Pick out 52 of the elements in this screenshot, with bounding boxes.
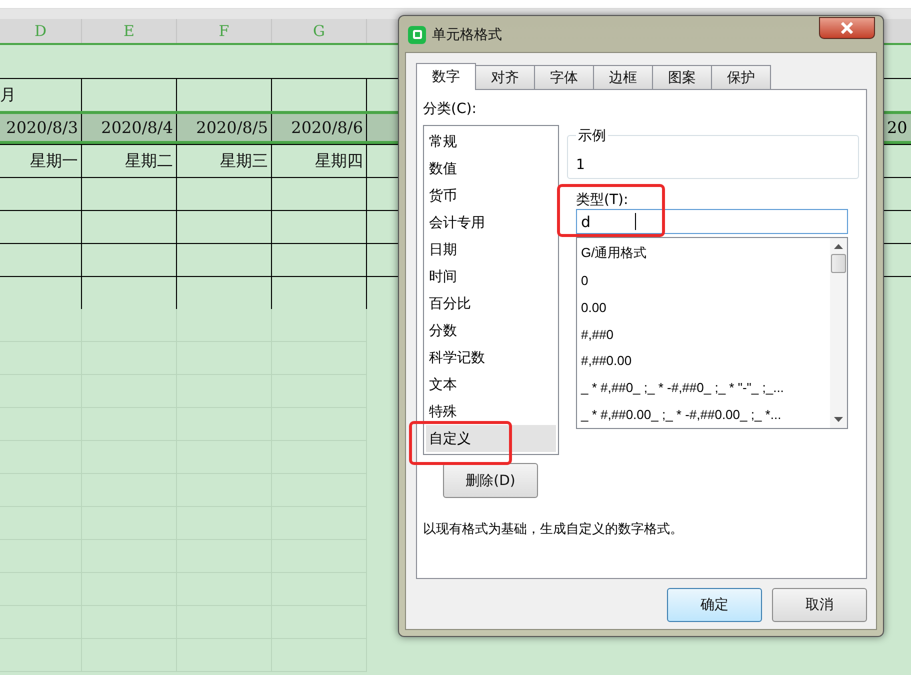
type-input-field[interactable]: d	[576, 209, 848, 234]
list-item[interactable]: #,##0	[581, 320, 830, 348]
table-cell: 星期二	[82, 145, 177, 177]
app-logo-icon	[408, 26, 426, 44]
sample-value: 1	[576, 157, 585, 173]
list-item[interactable]: #,##0.00	[581, 347, 830, 374]
scroll-down-icon	[834, 417, 843, 422]
list-item[interactable]: 文本	[426, 371, 556, 398]
description-text: 以现有格式为基础，生成自定义的数字格式。	[423, 521, 684, 538]
list-item[interactable]: 数值	[426, 155, 556, 182]
tab[interactable]: 保护	[711, 65, 771, 89]
list-item[interactable]: 时间	[426, 263, 556, 290]
close-icon	[840, 22, 854, 34]
list-item[interactable]: _ * #,##0_ ;_ * -#,##0_ ;_ * "-"_ ;_...	[581, 374, 830, 402]
list-item[interactable]: 分数	[426, 317, 556, 344]
window-title: 单元格格式	[432, 26, 503, 44]
scrollbar[interactable]	[830, 238, 847, 428]
table-cell: 2020/8/3	[0, 114, 82, 141]
table-cell: 2020/8/5	[177, 114, 272, 141]
table-cell: 星期三	[177, 145, 272, 177]
list-item[interactable]: 自定义	[426, 425, 556, 452]
list-item[interactable]: 0	[581, 266, 830, 294]
text-cursor-icon	[634, 213, 636, 230]
table-cell: 2020/8/4	[82, 114, 177, 141]
tab[interactable]: 对齐	[475, 65, 535, 89]
list-item[interactable]: 常规	[426, 128, 556, 155]
list-item[interactable]: 科学记数	[426, 344, 556, 371]
sample-label: 示例	[576, 127, 608, 145]
category-label: 分类(C):	[423, 100, 478, 119]
list-item[interactable]: 会计专用	[426, 209, 556, 236]
type-label: 类型(T):	[576, 191, 630, 209]
list-item[interactable]: 特殊	[426, 398, 556, 425]
tab[interactable]: 边框	[593, 65, 653, 89]
ok-button[interactable]: 确定	[667, 588, 762, 622]
scroll-up-icon	[834, 244, 843, 249]
scroll-thumb[interactable]	[831, 254, 846, 273]
table-cell: 星期四	[272, 145, 367, 177]
table-cell: 星期一	[0, 145, 82, 177]
tab[interactable]: 数字	[416, 63, 476, 90]
list-item[interactable]: 百分比	[426, 290, 556, 317]
delete-button[interactable]: 删除(D)	[443, 463, 538, 498]
table-cell-text: 20	[886, 117, 908, 139]
tab[interactable]: 图案	[652, 65, 712, 89]
list-item[interactable]: 0.00	[581, 294, 830, 321]
cancel-button[interactable]: 取消	[772, 588, 867, 622]
tab[interactable]: 字体	[534, 65, 594, 89]
close-button[interactable]	[819, 16, 875, 38]
list-item[interactable]: _ * #,##0.00_ ;_ * -#,##0.00_ ;_ *...	[581, 401, 830, 428]
table-cell: 2020/8/6	[272, 114, 367, 141]
list-item[interactable]: G/通用格式	[581, 240, 830, 267]
list-item[interactable]: 日期	[426, 236, 556, 263]
list-item[interactable]: 货币	[426, 182, 556, 209]
